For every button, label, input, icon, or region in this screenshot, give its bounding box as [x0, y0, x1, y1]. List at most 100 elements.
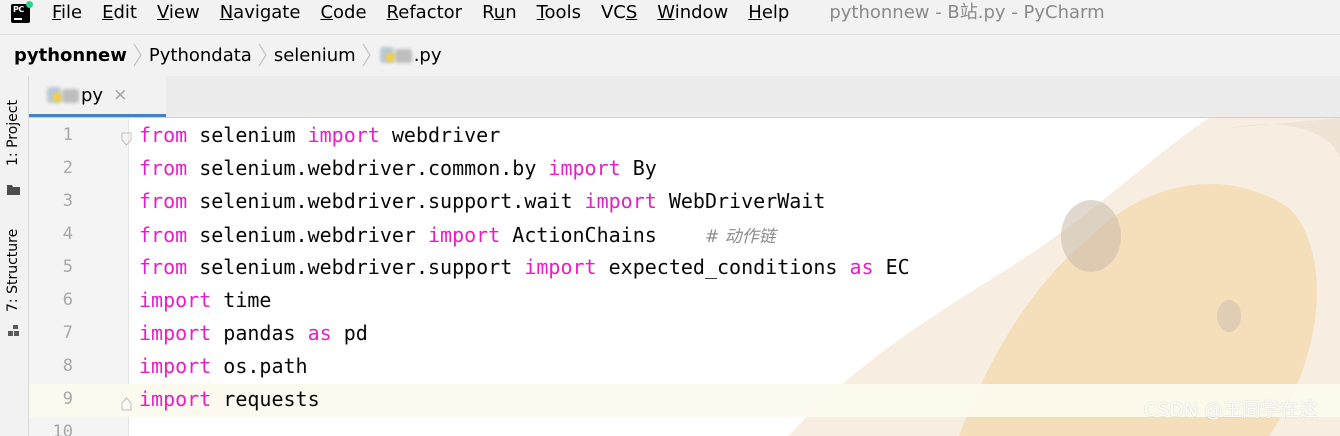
code-line[interactable]: 5 from selenium.webdriver.support import …: [29, 252, 1340, 285]
code-editor[interactable]: 1 from selenium import webdriver 2 from sel…: [29, 118, 1340, 436]
keyword-token: import: [584, 189, 657, 213]
menu-item-text: R: [482, 2, 494, 23]
code-text: from selenium import webdriver: [139, 123, 500, 147]
breadcrumb-item-selenium[interactable]: selenium: [270, 35, 374, 75]
code-text: from selenium.webdriver import ActionCha…: [139, 222, 776, 247]
menu-item[interactable]: Window: [647, 0, 738, 26]
code-line[interactable]: 3 from selenium.webdriver.support.wait im…: [29, 186, 1340, 219]
menu-item[interactable]: Code: [310, 0, 376, 26]
line-number: 5: [62, 257, 73, 277]
menu-item-text: dit: [113, 2, 137, 23]
keyword-token: as: [307, 321, 332, 345]
menu-item-text: efactor: [398, 2, 463, 23]
code-text: import pandas as pd: [139, 321, 368, 345]
keyword-token: from: [139, 189, 188, 213]
menu-item[interactable]: Navigate: [210, 0, 311, 26]
menu-item-mnemonic: T: [536, 2, 545, 23]
keyword-token: import: [428, 223, 501, 247]
menu-bar: PC File Edit View Navigate Code Refactor Run To…: [0, 0, 1340, 26]
code-line[interactable]: 4 from selenium.webdriver import ActionCh…: [29, 219, 1340, 252]
folder-icon: [7, 180, 20, 195]
breadcrumb-folder-label: selenium: [273, 44, 356, 66]
code-line[interactable]: 7 import pandas as pd: [29, 318, 1340, 351]
line-number: 4: [62, 224, 73, 244]
python-file-icon: [45, 85, 79, 105]
line-number: 6: [62, 290, 73, 310]
code-token: selenium.webdriver.support: [187, 255, 525, 279]
menu-item-mnemonic: R: [386, 2, 399, 23]
line-number: 1: [62, 125, 73, 145]
menu-item[interactable]: View: [147, 0, 210, 26]
menu-item-mnemonic: C: [320, 2, 334, 23]
menu-item-mnemonic: W: [657, 2, 675, 23]
code-token: requests: [211, 387, 320, 411]
menu-item-mnemonic: u: [493, 2, 506, 23]
menu-item-text: VC: [600, 2, 626, 23]
project-tool-button[interactable]: 1: Project: [0, 82, 28, 195]
menu-item-text: n: [505, 2, 517, 23]
code-token: selenium.webdriver: [187, 223, 428, 247]
chevron-right-icon: [256, 35, 270, 75]
fold-start-icon[interactable]: [121, 128, 132, 146]
tool-window-strip: 1: Project 7: Structure: [0, 76, 29, 436]
menu-item-mnemonic: S: [625, 2, 638, 23]
breadcrumb-item-file[interactable]: .py: [374, 35, 446, 75]
menu-item-text: indow: [674, 2, 729, 23]
code-line[interactable]: 2 from selenium.webdriver.common.by impor…: [29, 153, 1340, 186]
menu-item[interactable]: Run: [472, 0, 527, 26]
line-number: 8: [62, 356, 73, 376]
keyword-token: from: [139, 156, 188, 180]
menu-item-mnemonic: H: [748, 2, 762, 23]
menu-item-text: ode: [333, 2, 367, 23]
breadcrumb-item-pythondata[interactable]: Pythondata: [145, 35, 270, 75]
menu-item[interactable]: File: [42, 0, 92, 26]
fold-end-icon[interactable]: [121, 392, 132, 411]
code-line[interactable]: 1 from selenium import webdriver: [29, 120, 1340, 153]
menu-item-text: elp: [761, 2, 790, 23]
close-icon[interactable]: ×: [113, 85, 127, 105]
code-token: By: [620, 156, 657, 180]
line-number: 3: [62, 191, 73, 211]
code-token: os.path: [211, 354, 308, 378]
keyword-token: from: [139, 123, 188, 147]
structure-tool-label: 7: Structure: [5, 228, 21, 312]
structure-tool-button[interactable]: 7: Structure: [0, 216, 28, 341]
menu-item-mnemonic: V: [156, 2, 169, 23]
menu-item-mnemonic: N: [219, 2, 234, 23]
project-tool-label: 1: Project: [5, 100, 21, 166]
menu-item[interactable]: Help: [738, 0, 799, 26]
code-token: expected_conditions: [596, 255, 850, 279]
line-number: 2: [62, 158, 73, 178]
code-line[interactable]: 6 import time: [29, 285, 1340, 318]
code-token: pandas: [211, 321, 308, 345]
code-text: import os.path: [139, 354, 308, 378]
keyword-token: import: [139, 354, 212, 378]
code-token: ActionChains: [500, 223, 705, 247]
line-number: 10: [52, 422, 73, 436]
code-text: import requests: [139, 387, 320, 411]
line-number: 9: [62, 389, 73, 409]
menu-item[interactable]: VCS: [591, 0, 647, 26]
menu-item[interactable]: Refactor: [377, 0, 473, 26]
python-file-icon: [378, 45, 412, 65]
tab-label: py: [81, 84, 104, 106]
breadcrumb-project-label: pythonnew: [14, 44, 127, 66]
keyword-token: from: [139, 255, 188, 279]
code-text: from selenium.webdriver.common.by import…: [139, 156, 657, 180]
breadcrumb: pythonnew Pythondata selenium .py: [0, 34, 1340, 75]
line-number: 7: [62, 323, 73, 343]
code-text: from selenium.webdriver.support.wait imp…: [139, 189, 825, 213]
menu-item[interactable]: Tools: [527, 0, 591, 26]
code-token: WebDriverWait: [656, 189, 826, 213]
code-line[interactable]: 8 import os.path: [29, 351, 1340, 384]
editor-tab-file[interactable]: py ×: [29, 76, 166, 117]
menu-item[interactable]: Edit: [92, 0, 147, 26]
code-token: selenium.webdriver.support.wait: [187, 189, 585, 213]
breadcrumb-item-project[interactable]: pythonnew: [0, 35, 145, 75]
code-token: time: [211, 288, 272, 312]
breadcrumb-folder-label: Pythondata: [148, 44, 252, 66]
keyword-token: from: [139, 223, 188, 247]
code-text: from selenium.webdriver.support import e…: [139, 255, 910, 279]
code-token: webdriver: [379, 123, 501, 147]
code-token: selenium.webdriver.common.by: [187, 156, 549, 180]
